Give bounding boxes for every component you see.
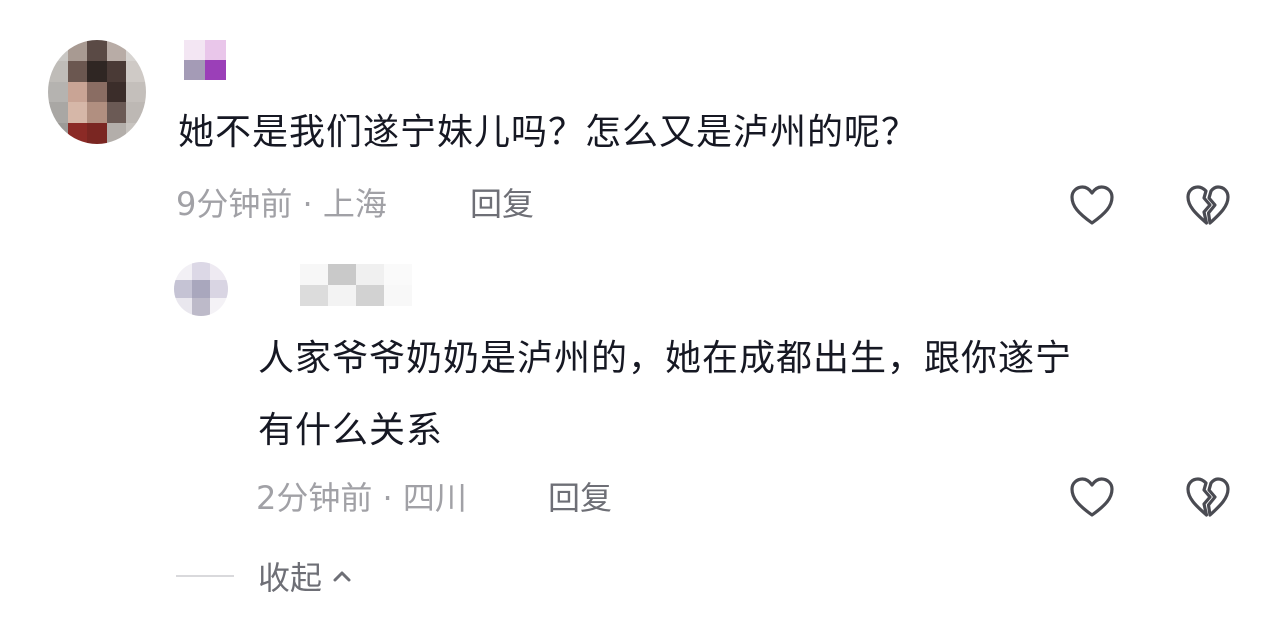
chevron-up-icon — [333, 571, 351, 582]
broken-heart-icon[interactable] — [1184, 182, 1232, 230]
heart-outline-icon[interactable] — [1068, 182, 1116, 230]
reply-text-line1: 人家爷爷奶奶是泸州的，她在成都出生，跟你遂宁 — [258, 338, 1073, 379]
reply-text-line2: 有什么关系 — [258, 410, 444, 451]
divider — [176, 575, 234, 577]
collapse-row: 收起 — [176, 553, 354, 599]
comment-text: 她不是我们遂宁妹儿吗？怎么又是泸州的呢？ — [178, 112, 919, 153]
username-censored[interactable] — [184, 40, 226, 80]
avatar[interactable] — [48, 40, 146, 144]
reply-button[interactable]: 回复 — [470, 184, 534, 224]
heart-outline-icon[interactable] — [1068, 474, 1116, 522]
reply-avatar[interactable] — [174, 262, 228, 316]
broken-heart-icon[interactable] — [1184, 474, 1232, 522]
collapse-label: 收起 — [258, 559, 323, 597]
reply-time-location: 2分钟前 · 四川 — [256, 479, 467, 517]
comment-time-location: 9分钟前 · 上海 — [176, 185, 387, 223]
reply-username-censored[interactable] — [300, 264, 412, 306]
reply-reply-button[interactable]: 回复 — [548, 478, 612, 518]
collapse-button[interactable]: 收起 — [258, 553, 354, 599]
